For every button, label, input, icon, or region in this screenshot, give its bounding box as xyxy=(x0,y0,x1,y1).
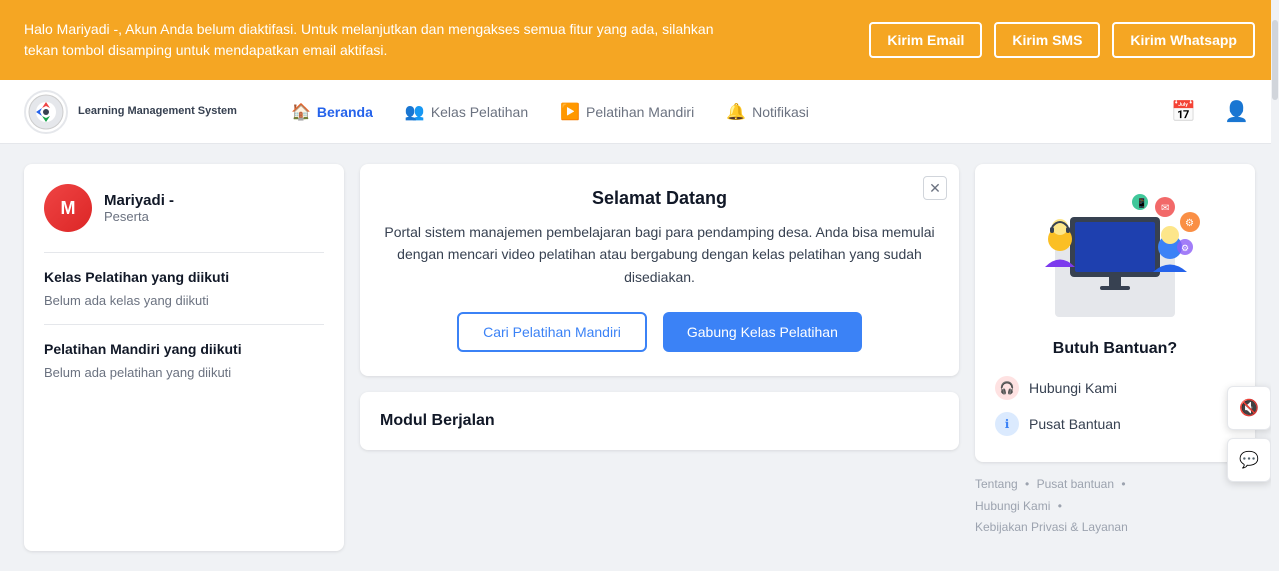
mute-button[interactable]: 🔇 xyxy=(1227,386,1271,430)
footer-links: Tentang • Pusat bantuan • Hubungi Kami •… xyxy=(975,462,1255,551)
modul-section: Modul Berjalan xyxy=(360,392,959,450)
logo xyxy=(24,90,68,134)
send-sms-button[interactable]: Kirim SMS xyxy=(994,22,1100,58)
mute-icon: 🔇 xyxy=(1239,398,1259,418)
user-profile: M Mariyadi - Peserta xyxy=(44,184,324,232)
calendar-button[interactable]: 📅 xyxy=(1165,93,1202,130)
help-title: Butuh Bantuan? xyxy=(995,340,1235,358)
avatar: M xyxy=(44,184,92,232)
footer-pusat-bantuan[interactable]: Pusat bantuan xyxy=(1037,477,1114,491)
modul-title: Modul Berjalan xyxy=(380,412,939,430)
illustration-svg: ✉ ⚙ 📱 ⚙ xyxy=(1015,187,1215,322)
headset-icon: 🎧 xyxy=(995,376,1019,400)
hubungi-kami-label: Hubungi Kami xyxy=(1029,380,1117,396)
calendar-icon: 📅 xyxy=(1171,101,1196,123)
class-icon: 👥 xyxy=(405,102,425,122)
svg-text:✉: ✉ xyxy=(1161,203,1169,214)
float-buttons: 🔇 💬 xyxy=(1227,386,1271,482)
user-icon: 👤 xyxy=(1224,101,1249,123)
nav-pelatihan-mandiri[interactable]: ▶️ Pelatihan Mandiri xyxy=(546,94,708,130)
svg-text:⚙: ⚙ xyxy=(1185,218,1194,229)
scrollbar-thumb xyxy=(1272,20,1278,100)
join-class-button[interactable]: Gabung Kelas Pelatihan xyxy=(663,312,862,352)
send-whatsapp-button[interactable]: Kirim Whatsapp xyxy=(1112,22,1255,58)
welcome-title: Selamat Datang xyxy=(384,188,935,209)
notification-bar: Halo Mariyadi -, Akun Anda belum diaktif… xyxy=(0,0,1279,80)
mandiri-empty-text: Belum ada pelatihan yang diikuti xyxy=(44,365,324,380)
nav-kelas-pelatihan[interactable]: 👥 Kelas Pelatihan xyxy=(391,94,542,130)
info-icon: ℹ xyxy=(995,412,1019,436)
kelas-section-title: Kelas Pelatihan yang diikuti xyxy=(44,269,324,285)
home-icon: 🏠 xyxy=(291,102,311,122)
help-illustration: ✉ ⚙ 📱 ⚙ xyxy=(995,184,1235,324)
video-icon: ▶️ xyxy=(560,102,580,122)
user-role: Peserta xyxy=(104,209,174,224)
mandiri-section-title: Pelatihan Mandiri yang diikuti xyxy=(44,341,324,357)
footer-hubungi-kami[interactable]: Hubungi Kami xyxy=(975,499,1050,513)
welcome-description: Portal sistem manajemen pembelajaran bag… xyxy=(384,221,935,288)
main-nav: 🏠 Beranda 👥 Kelas Pelatihan ▶️ Pelatihan… xyxy=(277,94,1165,130)
right-sidebar: ✉ ⚙ 📱 ⚙ Butuh Bantuan? 🎧 Hubungi Kami ℹ … xyxy=(975,164,1255,551)
footer-kebijakan[interactable]: Kebijakan Privasi & Layanan xyxy=(975,520,1128,534)
svg-text:📱: 📱 xyxy=(1136,197,1147,208)
welcome-actions: Cari Pelatihan Mandiri Gabung Kelas Pela… xyxy=(384,312,935,352)
svg-text:⚙: ⚙ xyxy=(1181,243,1189,253)
chat-button[interactable]: 💬 xyxy=(1227,438,1271,482)
kelas-empty-text: Belum ada kelas yang diikuti xyxy=(44,293,324,308)
divider-2 xyxy=(44,324,324,325)
search-training-button[interactable]: Cari Pelatihan Mandiri xyxy=(457,312,647,352)
footer-tentang[interactable]: Tentang xyxy=(975,477,1018,491)
welcome-card: ✕ Selamat Datang Portal sistem manajemen… xyxy=(360,164,959,376)
nav-notifikasi[interactable]: 🔔 Notifikasi xyxy=(712,94,823,130)
nav-beranda[interactable]: 🏠 Beranda xyxy=(277,94,387,130)
pusat-bantuan-item[interactable]: ℹ Pusat Bantuan xyxy=(995,406,1235,442)
bell-icon: 🔔 xyxy=(726,102,746,122)
header-right: 📅 👤 xyxy=(1165,93,1255,130)
send-email-button[interactable]: Kirim Email xyxy=(869,22,982,58)
profile-button[interactable]: 👤 xyxy=(1218,93,1255,130)
user-info: Mariyadi - Peserta xyxy=(104,192,174,224)
user-name: Mariyadi - xyxy=(104,192,174,209)
close-welcome-button[interactable]: ✕ xyxy=(923,176,947,200)
help-card: ✉ ⚙ 📱 ⚙ Butuh Bantuan? 🎧 Hubungi Kami ℹ … xyxy=(975,164,1255,462)
center-content: ✕ Selamat Datang Portal sistem manajemen… xyxy=(360,164,959,551)
main-container: M Mariyadi - Peserta Kelas Pelatihan yan… xyxy=(0,144,1279,571)
notification-buttons: Kirim Email Kirim SMS Kirim Whatsapp xyxy=(869,22,1255,58)
pusat-bantuan-label: Pusat Bantuan xyxy=(1029,416,1121,432)
divider-1 xyxy=(44,252,324,253)
notification-text: Halo Mariyadi -, Akun Anda belum diaktif… xyxy=(24,19,724,61)
scrollbar[interactable] xyxy=(1271,0,1279,562)
chat-icon: 💬 xyxy=(1239,450,1259,470)
left-sidebar: M Mariyadi - Peserta Kelas Pelatihan yan… xyxy=(24,164,344,551)
logo-icon xyxy=(28,94,64,130)
logo-area: Learning Management System xyxy=(24,90,237,134)
logo-text: Learning Management System xyxy=(78,104,237,118)
header: Learning Management System 🏠 Beranda 👥 K… xyxy=(0,80,1279,144)
hubungi-kami-item[interactable]: 🎧 Hubungi Kami xyxy=(995,370,1235,406)
